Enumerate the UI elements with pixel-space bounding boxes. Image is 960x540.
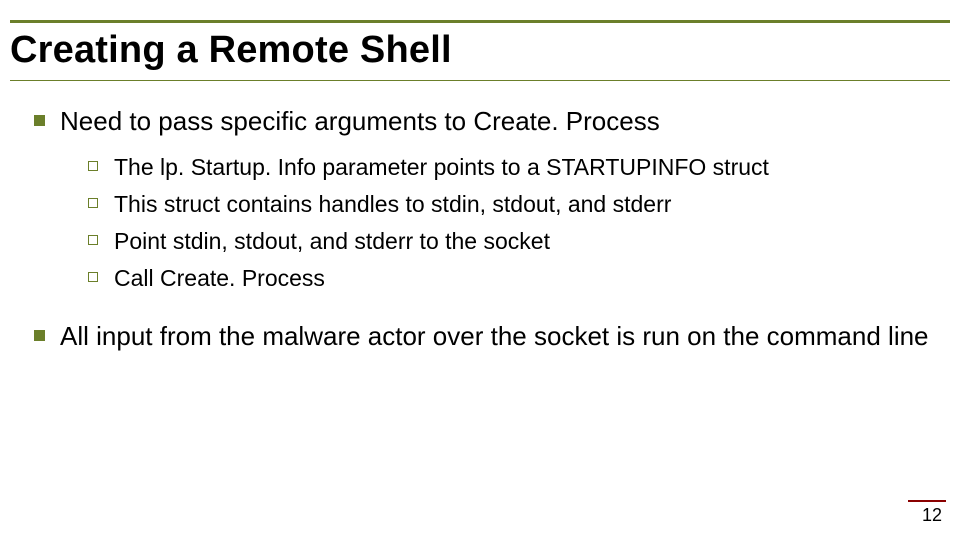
slide: Creating a Remote Shell Need to pass spe… bbox=[0, 0, 960, 540]
slide-title: Creating a Remote Shell bbox=[10, 25, 950, 78]
sub-bullet-list: The lp. Startup. Info parameter points t… bbox=[88, 152, 936, 294]
bullet-list: Need to pass specific arguments to Creat… bbox=[34, 105, 936, 352]
bullet-text: Need to pass specific arguments to Creat… bbox=[60, 106, 660, 136]
sub-bullet-item: This struct contains handles to stdin, s… bbox=[88, 189, 936, 220]
page-number-rule bbox=[908, 500, 946, 502]
content-area: Need to pass specific arguments to Creat… bbox=[0, 81, 960, 352]
sub-bullet-text: The lp. Startup. Info parameter points t… bbox=[114, 154, 769, 180]
sub-bullet-item: The lp. Startup. Info parameter points t… bbox=[88, 152, 936, 183]
sub-bullet-text: This struct contains handles to stdin, s… bbox=[114, 191, 671, 217]
bullet-item: Need to pass specific arguments to Creat… bbox=[34, 105, 936, 294]
hollow-square-bullet-icon bbox=[88, 198, 98, 208]
bullet-text: All input from the malware actor over th… bbox=[60, 321, 929, 351]
sub-bullet-item: Call Create. Process bbox=[88, 263, 936, 294]
hollow-square-bullet-icon bbox=[88, 272, 98, 282]
sub-bullet-text: Call Create. Process bbox=[114, 265, 325, 291]
square-bullet-icon bbox=[34, 330, 45, 341]
square-bullet-icon bbox=[34, 115, 45, 126]
hollow-square-bullet-icon bbox=[88, 161, 98, 171]
bullet-item: All input from the malware actor over th… bbox=[34, 320, 936, 353]
title-top-rule bbox=[10, 20, 950, 23]
sub-bullet-item: Point stdin, stdout, and stderr to the s… bbox=[88, 226, 936, 257]
page-number: 12 bbox=[922, 505, 942, 526]
title-area: Creating a Remote Shell bbox=[0, 0, 960, 81]
hollow-square-bullet-icon bbox=[88, 235, 98, 245]
sub-bullet-text: Point stdin, stdout, and stderr to the s… bbox=[114, 228, 550, 254]
